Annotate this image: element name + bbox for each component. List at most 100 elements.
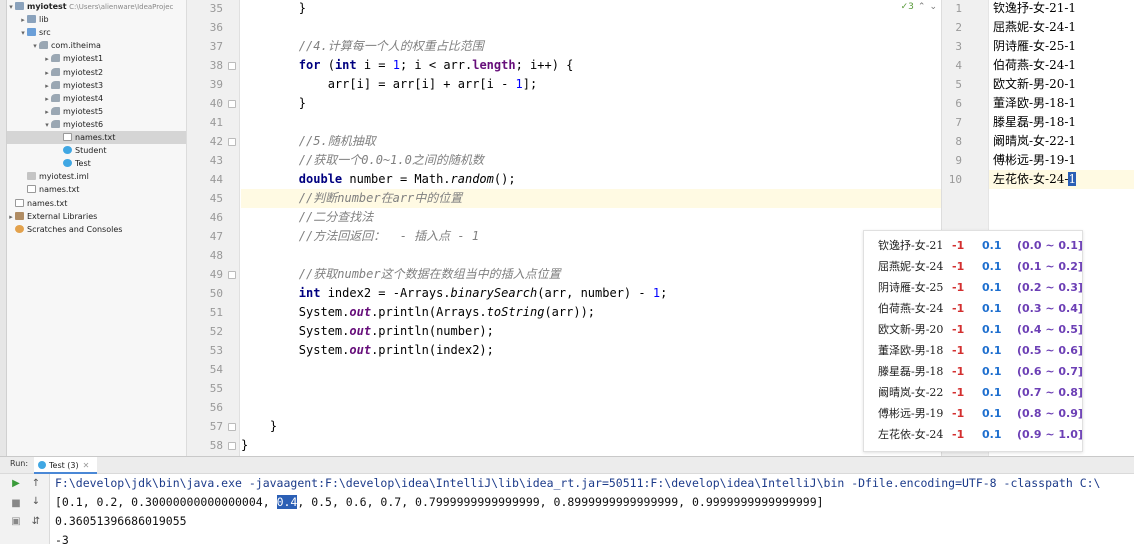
names-line-number[interactable]: 8	[942, 132, 962, 151]
tree-item[interactable]: ▸ myiotest2	[7, 66, 186, 80]
code-line[interactable]	[241, 246, 941, 265]
names-line-number[interactable]: 1	[942, 0, 962, 18]
tree-item[interactable]: names.txt	[7, 183, 186, 196]
tree-item[interactable]: myiotest.iml	[7, 170, 186, 183]
line-number[interactable]: 39	[187, 75, 223, 94]
line-number[interactable]: 54	[187, 360, 223, 379]
chevron-down-icon[interactable]: ▾	[43, 119, 51, 132]
line-number[interactable]: 48	[187, 246, 223, 265]
names-line[interactable]: 阚晴岚-女-22-1	[989, 132, 1134, 151]
names-line-number[interactable]: 2	[942, 18, 962, 37]
line-number[interactable]: 56	[187, 398, 223, 417]
tree-item[interactable]: ▾ myiotest6	[7, 118, 186, 132]
code-line[interactable]: arr[i] = arr[i] + arr[i - 1];	[241, 75, 941, 94]
scroll-up-icon[interactable]: ↑	[28, 478, 44, 490]
code-line[interactable]: double number = Math.random();	[241, 170, 941, 189]
code-line[interactable]: int index2 = -Arrays.binarySearch(arr, n…	[241, 284, 941, 303]
names-line-number[interactable]: 6	[942, 94, 962, 113]
code-line[interactable]: //5.随机抽取	[241, 132, 941, 151]
tree-item[interactable]: ▸ myiotest4	[7, 92, 186, 106]
line-number[interactable]: 36	[187, 18, 223, 37]
code-line[interactable]: System.out.println(index2);	[241, 341, 941, 360]
names-line[interactable]: 傅彬远-男-19-1	[989, 151, 1134, 170]
code-line[interactable]: }	[241, 436, 941, 455]
line-number[interactable]: 41	[187, 113, 223, 132]
chevron-right-icon[interactable]: ▸	[43, 93, 51, 106]
close-icon[interactable]: ✕	[83, 461, 90, 470]
chevron-right-icon[interactable]: ▸	[19, 14, 27, 27]
chevron-right-icon[interactable]: ▸	[43, 53, 51, 66]
chevron-right-icon[interactable]: ▸	[7, 211, 15, 224]
line-number[interactable]: 58	[187, 436, 223, 455]
camera-icon[interactable]: ▣	[8, 516, 24, 528]
tree-item[interactable]: ▸ myiotest3	[7, 79, 186, 93]
code-line[interactable]: //获取一个0.0~1.0之间的随机数	[241, 151, 941, 170]
fold-marker-icon[interactable]	[228, 62, 236, 70]
line-number[interactable]: 43	[187, 151, 223, 170]
fold-marker-icon[interactable]	[228, 100, 236, 108]
tree-item[interactable]: ▸ myiotest1	[7, 52, 186, 66]
chevron-down-icon[interactable]: ▾	[7, 1, 15, 14]
line-number[interactable]: 40	[187, 94, 223, 113]
line-number[interactable]: 46	[187, 208, 223, 227]
names-line[interactable]: 左花依-女-24-1	[989, 170, 1134, 189]
tree-item[interactable]: ▾ com.itheima	[7, 39, 186, 52]
line-number[interactable]: 57	[187, 417, 223, 436]
soft-wrap-icon[interactable]: ⇵	[28, 516, 44, 528]
stop-icon[interactable]: ■	[8, 498, 24, 510]
line-number[interactable]: 38	[187, 56, 223, 75]
line-number[interactable]: 37	[187, 37, 223, 56]
names-line[interactable]: 滕星磊-男-18-1	[989, 113, 1134, 132]
names-line-number[interactable]: 4	[942, 56, 962, 75]
tree-item[interactable]: names.txt	[7, 197, 186, 210]
fold-marker-icon[interactable]	[228, 442, 236, 450]
tree-item[interactable]: names.txt	[7, 131, 186, 144]
line-number[interactable]: 42	[187, 132, 223, 151]
code-line[interactable]: //4.计算每一个人的权重占比范围	[241, 37, 941, 56]
code-line[interactable]: //方法回返回： - 插入点 - 1	[241, 227, 941, 246]
tab-test-run[interactable]: Test (3) ✕	[34, 457, 98, 474]
line-number[interactable]: 50	[187, 284, 223, 303]
code-line[interactable]	[241, 113, 941, 132]
line-number[interactable]: 53	[187, 341, 223, 360]
tree-item[interactable]: ▸ lib	[7, 13, 186, 27]
names-line-number[interactable]: 10	[942, 170, 962, 189]
code-line[interactable]: System.out.println(number);	[241, 322, 941, 341]
code-line[interactable]: //判断number在arr中的位置	[241, 189, 941, 208]
names-line-number[interactable]: 5	[942, 75, 962, 94]
line-number[interactable]: 47	[187, 227, 223, 246]
names-line[interactable]: 董泽欧-男-18-1	[989, 94, 1134, 113]
tree-item[interactable]: Test	[7, 157, 186, 170]
code-line[interactable]	[241, 379, 941, 398]
names-line[interactable]: 钦逸抒-女-21-1	[989, 0, 1134, 18]
line-number[interactable]: 49	[187, 265, 223, 284]
rerun-icon[interactable]: ▶	[8, 478, 24, 490]
code-line[interactable]: }	[241, 417, 941, 436]
chevron-right-icon[interactable]: ▸	[43, 80, 51, 93]
chevron-down-icon[interactable]: ▾	[19, 27, 27, 40]
line-number[interactable]: 52	[187, 322, 223, 341]
names-line[interactable]: 阴诗雁-女-25-1	[989, 37, 1134, 56]
code-line[interactable]: System.out.println(Arrays.toString(arr))…	[241, 303, 941, 322]
code-line[interactable]: for (int i = 1; i < arr.length; i++) {	[241, 56, 941, 75]
tree-item[interactable]: Student	[7, 144, 186, 157]
names-line[interactable]: 屈燕妮-女-24-1	[989, 18, 1134, 37]
tree-item[interactable]: ▸ myiotest5	[7, 105, 186, 118]
tree-root-myiotest[interactable]: ▾ myiotest C:\Users\alienware\IdeaProjec	[7, 0, 186, 14]
line-number[interactable]: 35	[187, 0, 223, 18]
chevron-right-icon[interactable]: ▸	[43, 67, 51, 80]
line-number[interactable]: 45	[187, 189, 223, 208]
code-line[interactable]	[241, 18, 941, 37]
scroll-down-icon[interactable]: ↓	[28, 496, 44, 508]
code-line[interactable]: //获取number这个数据在数组当中的插入点位置	[241, 265, 941, 284]
code-line[interactable]: }	[241, 0, 941, 18]
code-line[interactable]	[241, 398, 941, 417]
tree-item[interactable]: Scratches and Consoles	[7, 223, 186, 236]
run-console[interactable]: F:\develop\jdk\bin\java.exe -javaagent:F…	[50, 474, 1134, 544]
fold-marker-icon[interactable]	[228, 271, 236, 279]
code-line[interactable]: //二分查找法	[241, 208, 941, 227]
tree-item[interactable]: ▾ src	[7, 26, 186, 40]
line-number[interactable]: 44	[187, 170, 223, 189]
code-editor[interactable]: ✓3 ⌃ ⌄ } //4.计算每一个人的权重占比范围 for (int i = 1;…	[241, 0, 941, 456]
names-line-number[interactable]: 7	[942, 113, 962, 132]
